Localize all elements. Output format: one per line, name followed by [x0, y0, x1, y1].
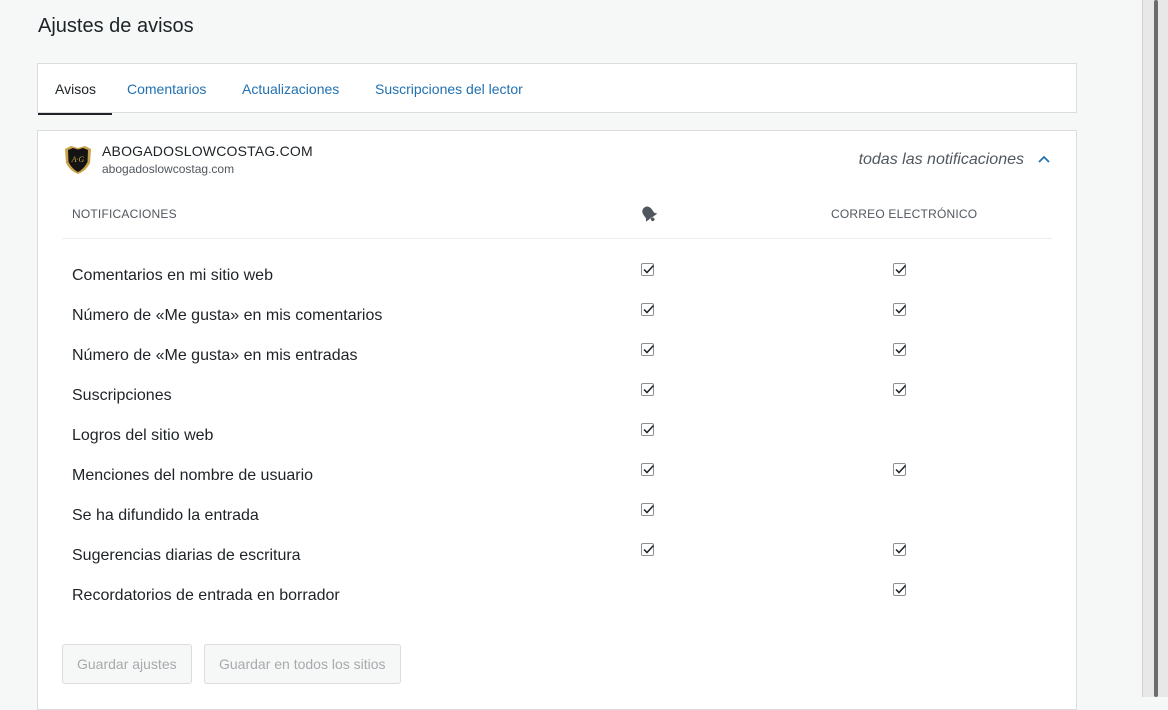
setting-label: Logros del sitio web	[72, 427, 214, 444]
push-checkbox[interactable]	[641, 303, 655, 316]
setting-label: Recordatorios de entrada en borrador	[72, 587, 340, 604]
push-checkbox[interactable]	[641, 543, 655, 556]
setting-row: Comentarios en mi sitio web	[38, 263, 1076, 303]
setting-row: Número de «Me gusta» en mis entradas	[38, 343, 1076, 383]
shield-logo-icon: A·G	[65, 146, 91, 174]
column-header-notifications: NOTIFICACIONES	[72, 207, 177, 221]
email-checkbox[interactable]	[893, 343, 907, 356]
email-checkbox[interactable]	[893, 263, 907, 276]
push-checkbox[interactable]	[641, 343, 655, 356]
site-settings-panel: A·G ABOGADOSLOWCOSTAG.COM abogadoslowcos…	[37, 130, 1077, 710]
setting-row: Recordatorios de entrada en borrador	[38, 583, 1076, 623]
setting-label: Suscripciones	[72, 387, 172, 404]
setting-row: Suscripciones	[38, 383, 1076, 423]
site-url: abogadoslowcostag.com	[102, 162, 235, 176]
tab-actualizaciones[interactable]: Actualizaciones	[242, 64, 339, 114]
page-title: Ajustes de avisos	[38, 15, 194, 37]
email-checkbox[interactable]	[893, 583, 907, 596]
email-checkbox[interactable]	[893, 383, 907, 396]
push-checkbox[interactable]	[641, 423, 655, 436]
setting-label: Número de «Me gusta» en mis comentarios	[72, 307, 383, 324]
setting-label: Sugerencias diarias de escritura	[72, 547, 301, 564]
column-header-email: CORREO ELECTRÓNICO	[831, 207, 978, 221]
bell-icon	[642, 206, 658, 222]
email-checkbox[interactable]	[893, 303, 907, 316]
scrollbar[interactable]	[1142, 0, 1168, 697]
header-divider	[62, 238, 1052, 239]
setting-row: Menciones del nombre de usuario	[38, 463, 1076, 503]
scrollbar-thumb[interactable]	[1154, 0, 1158, 697]
svg-text:A·G: A·G	[71, 155, 85, 164]
setting-label: Se ha difundido la entrada	[72, 507, 259, 524]
tab-avisos[interactable]: Avisos	[38, 64, 112, 115]
setting-row: Número de «Me gusta» en mis comentarios	[38, 303, 1076, 343]
setting-label: Número de «Me gusta» en mis entradas	[72, 347, 358, 364]
site-name: ABOGADOSLOWCOSTAG.COM	[102, 143, 313, 159]
chevron-up-icon[interactable]	[1036, 151, 1052, 167]
save-all-sites-button[interactable]: Guardar en todos los sitios	[204, 644, 401, 684]
setting-label: Comentarios en mi sitio web	[72, 267, 273, 284]
setting-row: Se ha difundido la entrada	[38, 503, 1076, 543]
tab-suscripciones-lector[interactable]: Suscripciones del lector	[375, 64, 523, 114]
email-checkbox[interactable]	[893, 463, 907, 476]
tab-bar: Avisos Comentarios Actualizaciones Suscr…	[37, 63, 1077, 115]
save-settings-button[interactable]: Guardar ajustes	[62, 644, 192, 684]
push-checkbox[interactable]	[641, 503, 655, 516]
setting-label: Menciones del nombre de usuario	[72, 467, 314, 484]
email-checkbox[interactable]	[893, 543, 907, 556]
push-checkbox[interactable]	[641, 383, 655, 396]
setting-row: Sugerencias diarias de escritura	[38, 543, 1076, 583]
push-checkbox[interactable]	[641, 463, 655, 476]
notification-summary: todas las notificaciones	[858, 151, 1024, 168]
setting-row: Logros del sitio web	[38, 423, 1076, 463]
tab-comentarios[interactable]: Comentarios	[127, 64, 206, 114]
push-checkbox[interactable]	[641, 263, 655, 276]
